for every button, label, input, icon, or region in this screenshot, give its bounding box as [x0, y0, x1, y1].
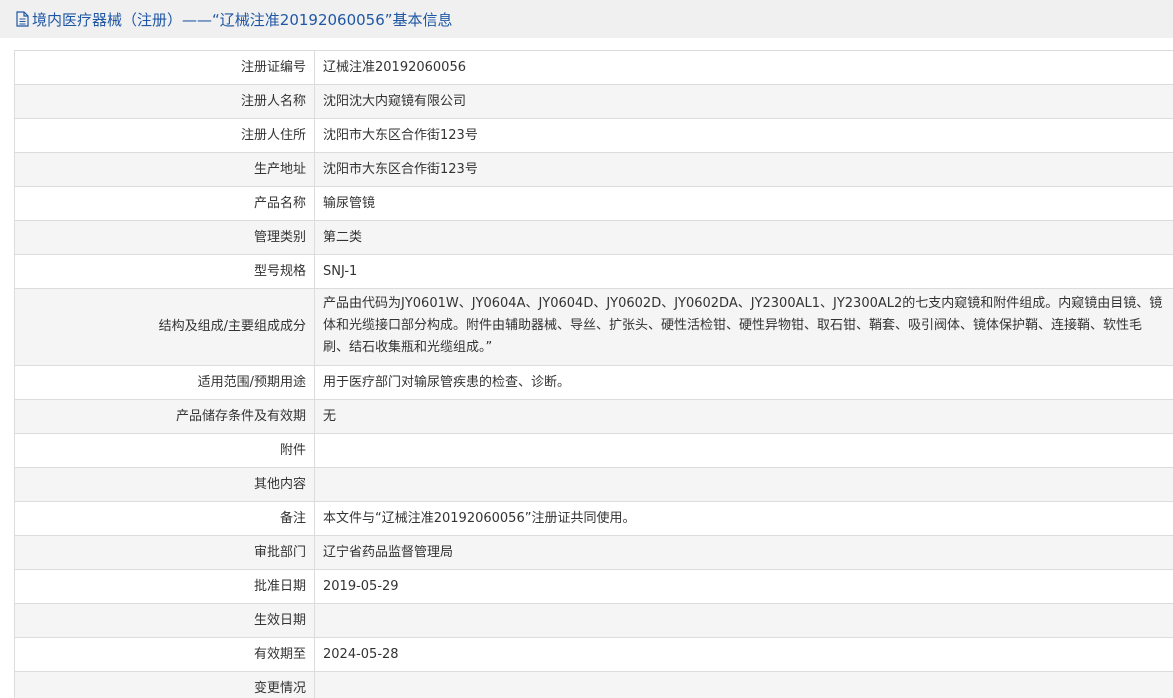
row-key: 产品储存条件及有效期 [14, 399, 315, 434]
row-key: 变更情况 [14, 671, 315, 698]
row-value: 辽械注准20192060056 [314, 50, 1173, 85]
row-value: 沈阳市大东区合作街123号 [314, 152, 1173, 187]
row-key: 产品名称 [14, 186, 315, 221]
row-key: 附件 [14, 433, 315, 468]
row-key: 结构及组成/主要组成成分 [14, 288, 315, 366]
table-row: 注册人名称 沈阳沈大内窥镜有限公司 [14, 84, 1173, 119]
row-key: 注册人名称 [14, 84, 315, 119]
page-title: 境内医疗器械（注册）——“辽械注准20192060056”基本信息 [32, 10, 453, 29]
row-value: 输尿管镜 [314, 186, 1173, 221]
info-table: 注册证编号 辽械注准20192060056 注册人名称 沈阳沈大内窥镜有限公司 注册… [14, 50, 1173, 698]
row-key: 注册证编号 [14, 50, 315, 85]
row-value: SNJ-1 [314, 254, 1173, 289]
row-key: 生产地址 [14, 152, 315, 187]
row-value: 沈阳沈大内窥镜有限公司 [314, 84, 1173, 119]
row-value: 2024-05-28 [314, 637, 1173, 672]
table-row: 产品名称 输尿管镜 [14, 186, 1173, 221]
table-row: 生产地址 沈阳市大东区合作街123号 [14, 152, 1173, 187]
row-key: 适用范围/预期用途 [14, 365, 315, 400]
table-row: 管理类别 第二类 [14, 220, 1173, 255]
row-value [314, 671, 1173, 698]
table-row: 其他内容 [14, 467, 1173, 502]
row-value: 本文件与“辽械注准20192060056”注册证共同使用。 [314, 501, 1173, 536]
row-key: 型号规格 [14, 254, 315, 289]
table-row: 附件 [14, 433, 1173, 468]
row-value [314, 467, 1173, 502]
row-value: 第二类 [314, 220, 1173, 255]
table-row: 批准日期 2019-05-29 [14, 569, 1173, 604]
row-value: 2019-05-29 [314, 569, 1173, 604]
row-key: 注册人住所 [14, 118, 315, 153]
row-key: 批准日期 [14, 569, 315, 604]
row-value: 用于医疗部门对输尿管疾患的检查、诊断。 [314, 365, 1173, 400]
table-row: 备注 本文件与“辽械注准20192060056”注册证共同使用。 [14, 501, 1173, 536]
table-row: 型号规格 SNJ-1 [14, 254, 1173, 289]
row-value: 沈阳市大东区合作街123号 [314, 118, 1173, 153]
table-row: 结构及组成/主要组成成分 产品由代码为JY0601W、JY0604A、JY0604… [14, 288, 1173, 366]
row-value: 产品由代码为JY0601W、JY0604A、JY0604D、JY0602D、JY… [314, 288, 1173, 366]
table-row: 有效期至 2024-05-28 [14, 637, 1173, 672]
row-value: 辽宁省药品监督管理局 [314, 535, 1173, 570]
row-key: 有效期至 [14, 637, 315, 672]
row-key: 生效日期 [14, 603, 315, 638]
table-row: 变更情况 [14, 671, 1173, 698]
table-row: 适用范围/预期用途 用于医疗部门对输尿管疾患的检查、诊断。 [14, 365, 1173, 400]
document-icon [15, 11, 30, 27]
table-row: 审批部门 辽宁省药品监督管理局 [14, 535, 1173, 570]
table-row: 产品储存条件及有效期无 [14, 399, 1173, 434]
row-value: 无 [314, 399, 1173, 434]
row-key: 其他内容 [14, 467, 315, 502]
row-value [314, 603, 1173, 638]
info-table-container: 注册证编号 辽械注准20192060056 注册人名称 沈阳沈大内窥镜有限公司 注册… [14, 50, 1173, 698]
table-row: 注册人住所 沈阳市大东区合作街123号 [14, 118, 1173, 153]
row-key: 管理类别 [14, 220, 315, 255]
row-key: 审批部门 [14, 535, 315, 570]
page-header: 境内医疗器械（注册）——“辽械注准20192060056”基本信息 [0, 0, 1173, 38]
row-key: 备注 [14, 501, 315, 536]
row-value [314, 433, 1173, 468]
table-row: 注册证编号 辽械注准20192060056 [14, 50, 1173, 85]
table-row: 生效日期 [14, 603, 1173, 638]
